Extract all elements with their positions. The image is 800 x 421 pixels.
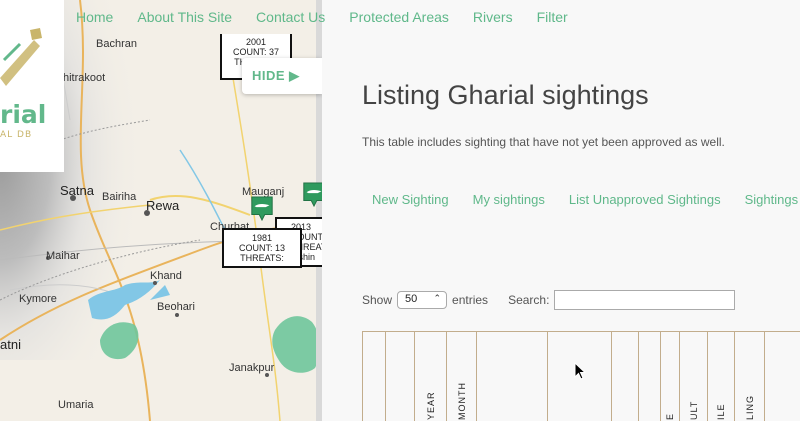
map-label-bachran: Bachran bbox=[96, 38, 137, 50]
entries-select[interactable]: 50 ⌃ bbox=[397, 291, 448, 309]
entries-label: entries bbox=[452, 293, 489, 307]
gharial-marker-icon[interactable] bbox=[302, 182, 322, 208]
table-column-header[interactable] bbox=[386, 332, 415, 421]
map-panel[interactable]: Bachran hitrakoot Satna Bairiha Rewa Mau… bbox=[0, 0, 322, 421]
my-sightings-link[interactable]: My sightings bbox=[473, 192, 545, 207]
new-sighting-link[interactable]: New Sighting bbox=[372, 192, 449, 207]
map-label-khand: Khand bbox=[150, 270, 182, 282]
popup-count: COUNT: 37 bbox=[232, 47, 279, 57]
map-label-beohari: Beohari bbox=[157, 301, 195, 313]
nav-contact[interactable]: Contact Us bbox=[256, 9, 325, 25]
map-label-umaria: Umaria bbox=[58, 399, 94, 411]
map-sighting-popup[interactable]: 1981 COUNT: 13 THREATS: bbox=[222, 228, 302, 268]
gharial-marker-icon[interactable] bbox=[250, 196, 274, 222]
nav-protected-areas[interactable]: Protected Areas bbox=[349, 9, 449, 25]
map-label-janakpur: Janakpur bbox=[229, 362, 275, 374]
table-column-header[interactable] bbox=[612, 332, 639, 421]
top-nav: Home About This Site Contact Us Protecte… bbox=[76, 9, 592, 25]
entries-value: 50 bbox=[405, 293, 418, 305]
popup-year: 2001 bbox=[245, 37, 267, 47]
unapproved-sightings-link[interactable]: List Unapproved Sightings bbox=[569, 192, 721, 207]
sightings-links: New Sighting My sightings List Unapprove… bbox=[372, 192, 800, 207]
nav-filter[interactable]: Filter bbox=[537, 9, 568, 25]
table-column-header[interactable]: LING bbox=[735, 332, 765, 421]
table-column-header[interactable] bbox=[363, 332, 386, 421]
nav-about[interactable]: About This Site bbox=[137, 9, 232, 25]
search-label: Search: bbox=[508, 293, 550, 307]
nav-rivers[interactable]: Rivers bbox=[473, 9, 513, 25]
table-column-header-year[interactable]: YEAR bbox=[415, 332, 447, 421]
table-column-header[interactable]: ULT bbox=[680, 332, 708, 421]
mouse-cursor-icon bbox=[574, 362, 587, 380]
map-label-maihar: Maihar bbox=[46, 250, 80, 262]
table-controls: Show 50 ⌃ entries Search: bbox=[362, 290, 736, 310]
map-label-rewa: Rewa bbox=[146, 198, 180, 213]
sightings-link[interactable]: Sightings bbox=[745, 192, 798, 207]
page-title: Listing Gharial sightings bbox=[362, 80, 649, 110]
table-column-header[interactable]: ILE bbox=[708, 332, 735, 421]
search-input[interactable] bbox=[554, 290, 736, 310]
table-column-header[interactable]: E bbox=[661, 332, 680, 421]
table-column-header[interactable] bbox=[765, 332, 800, 421]
map-label-katni: atni bbox=[0, 337, 21, 352]
gharial-logo-icon bbox=[0, 28, 42, 86]
show-label: Show bbox=[362, 293, 393, 307]
map-label-bairiha: Bairiha bbox=[102, 191, 137, 203]
popup-year: 1981 bbox=[251, 233, 273, 243]
map-label-kymore: Kymore bbox=[19, 293, 57, 305]
hide-map-button[interactable]: HIDE ▶ bbox=[242, 58, 322, 94]
logo-wordmark: rial bbox=[0, 100, 47, 129]
popup-threats: THREATS: bbox=[240, 253, 284, 263]
map-label-chitrakoot: hitrakoot bbox=[63, 72, 106, 84]
chevron-down-icon: ⌃ bbox=[433, 293, 442, 303]
table-column-header[interactable] bbox=[639, 332, 661, 421]
site-logo[interactable]: rial AL DB bbox=[0, 0, 64, 172]
logo-subtitle: AL DB bbox=[0, 130, 33, 140]
map-label-satna: Satna bbox=[60, 183, 94, 198]
main-content: Listing Gharial sightings This table inc… bbox=[322, 38, 800, 421]
nav-home[interactable]: Home bbox=[76, 9, 113, 25]
table-column-header[interactable] bbox=[477, 332, 548, 421]
page-description: This table includes sighting that have n… bbox=[362, 135, 725, 149]
table-column-header-month[interactable]: MONTH bbox=[447, 332, 477, 421]
popup-count: COUNT: 13 bbox=[238, 243, 285, 253]
